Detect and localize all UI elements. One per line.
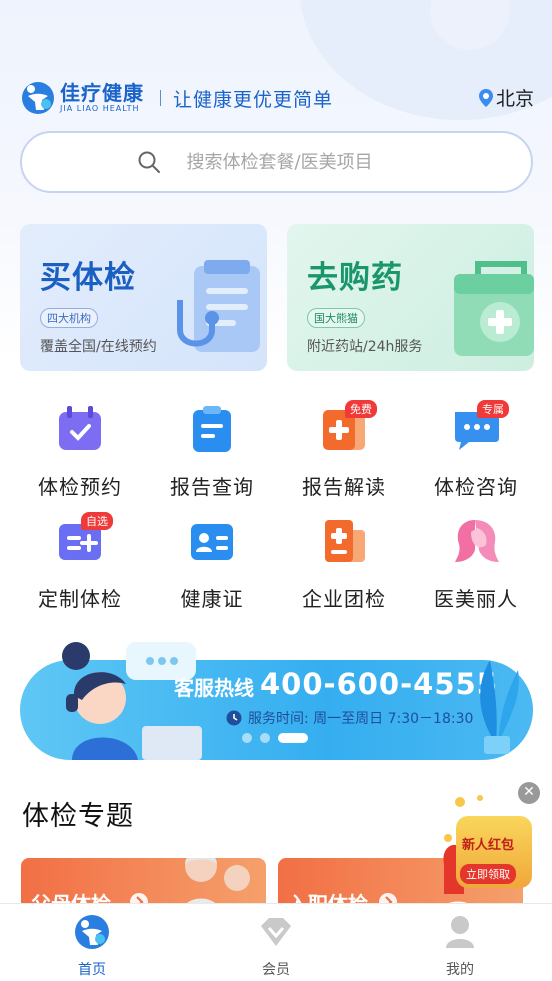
buy-medicine-subtitle: 附近药站/24h服务 [307,339,423,355]
service-label: 企业团检 [302,587,386,611]
carousel-dot[interactable] [242,733,252,743]
brand-logo-icon [22,82,54,114]
service-label: 健康证 [180,587,244,611]
exclusive-badge: 专属 [477,400,509,418]
search-bar[interactable] [20,131,533,193]
clock-icon [226,710,242,726]
service-label: 体检预约 [38,475,122,499]
tab-label: 会员 [262,962,290,978]
service-checkup-booking[interactable]: 体检预约 [14,404,146,500]
service-checkup-consult[interactable]: 专属 体检咨询 [410,400,542,500]
diamond-icon [261,918,291,946]
buy-medicine-tag: 国大熊猫 [307,308,365,328]
service-label: 报告解读 [302,475,386,499]
buy-checkup-title: 买体检 [40,260,136,296]
hotline-banner[interactable]: 客服热线 400-600-4555 服务时间: 周一至周日 7:30－18:30 [20,640,533,760]
first-aid-kit-icon [454,261,534,356]
claim-now-button[interactable]: 立即领取 [460,864,516,884]
tab-home[interactable]: 首页 [0,904,184,981]
service-medical-beauty[interactable]: 医美丽人 [410,516,542,612]
self-select-badge: 自选 [81,512,113,530]
stethoscope-clipboard-icon [177,260,260,352]
enterprise-icon [325,520,365,562]
calendar-icon [59,406,101,450]
hotline-number[interactable]: 400-600-4555 [260,667,498,701]
tab-membership[interactable]: 会员 [184,904,368,981]
tab-label: 我的 [446,962,474,978]
home-icon [75,915,109,949]
slogan: 让健康更优更简单 [173,88,334,111]
brand-name: 佳疗健康 JIA LIAO HEALTH [60,82,144,114]
service-label: 定制体检 [38,587,122,611]
brand-en: JIA LIAO HEALTH [60,104,140,113]
new-user-red-packet[interactable]: ✕ 新人红包 立即领取 [440,778,550,898]
buy-medicine-title: 去购药 [307,260,403,296]
carousel-dot[interactable] [260,733,270,743]
service-label: 医美丽人 [434,587,518,611]
user-icon [446,916,474,948]
service-enterprise-checkup[interactable]: 企业团检 [278,516,410,612]
app-header: 佳疗健康 JIA LIAO HEALTH 让健康更优更简单 北京 [20,78,534,118]
location-pin-icon [478,88,493,107]
section-title: 体检专题 [22,801,134,832]
carousel-indicator[interactable] [242,733,308,743]
buy-medicine-card[interactable]: 去购药 国大熊猫 附近药站/24h服务 [287,224,534,371]
location-selector[interactable]: 北京 [478,84,534,111]
service-health-certificate[interactable]: 健康证 [146,516,278,612]
carousel-dot-active[interactable] [278,733,308,743]
free-badge: 免费 [345,400,377,418]
tab-label: 首页 [78,962,106,978]
buy-checkup-card[interactable]: 买体检 四大机构 覆盖全国/在线预约 [20,224,267,371]
location-city: 北京 [495,88,534,110]
search-icon [138,151,160,173]
tab-profile[interactable]: 我的 [368,904,552,981]
plant-icon [480,660,519,754]
buy-checkup-subtitle: 覆盖全国/在线预约 [40,339,157,355]
bottom-tab-bar: 首页 会员 我的 [0,903,552,981]
brand-cn: 佳疗健康 [60,81,144,105]
search-input[interactable] [186,151,417,173]
buy-checkup-tag: 四大机构 [40,308,98,328]
service-label: 报告查询 [170,475,254,499]
service-report-query[interactable]: 报告查询 [146,404,278,500]
red-packet-title: 新人红包 [462,838,515,853]
beauty-icon [455,520,499,562]
clipboard-icon [193,406,231,452]
service-hours: 服务时间: 周一至周日 7:30－18:30 [226,708,473,728]
id-card-icon [191,524,233,560]
service-hours-text: 服务时间: 周一至周日 7:30－18:30 [248,711,474,727]
hotline-label: 客服热线 [174,676,254,700]
header-divider [160,90,161,106]
service-report-interpretation[interactable]: 免费 报告解读 [278,400,410,500]
service-custom-checkup[interactable]: 自选 定制体检 [14,512,146,612]
service-label: 体检咨询 [434,475,518,499]
